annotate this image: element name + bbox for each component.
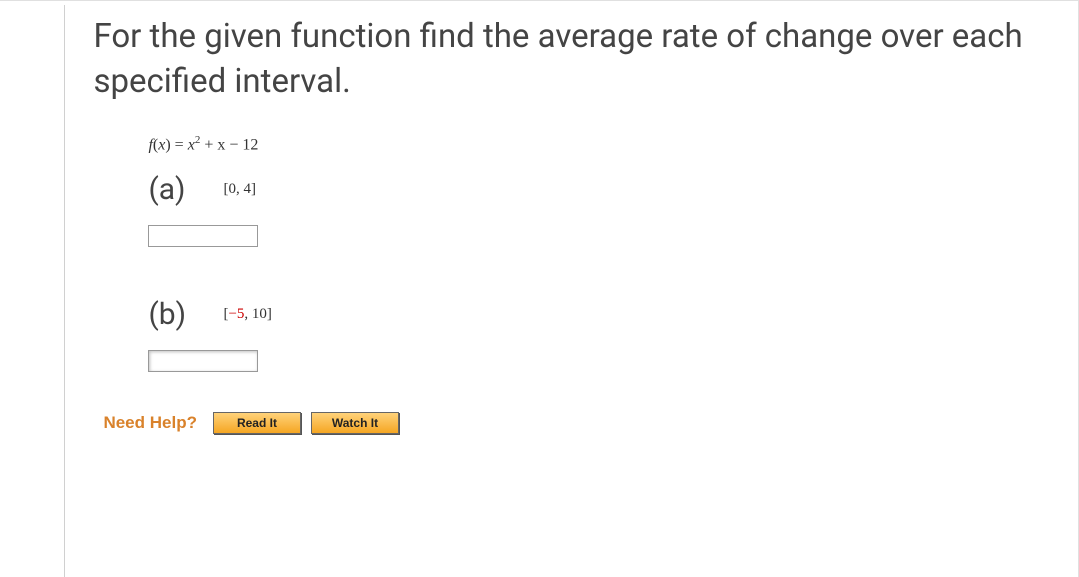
part-b-interval: [−5, 10] bbox=[223, 306, 271, 323]
part-b-input-row bbox=[148, 350, 1062, 372]
read-it-button[interactable]: Read It bbox=[213, 412, 301, 434]
interval-open: [0, bbox=[223, 181, 243, 197]
part-a-answer-input[interactable] bbox=[148, 225, 258, 247]
page-container: For the given function find the average … bbox=[0, 0, 1079, 577]
watch-it-button[interactable]: Watch It bbox=[311, 412, 399, 434]
part-a-input-row bbox=[148, 225, 1062, 247]
formula-x-body: x bbox=[188, 136, 195, 153]
formula-f: f bbox=[148, 136, 152, 153]
content-panel: For the given function find the average … bbox=[64, 5, 1062, 577]
part-a-label: (a) bbox=[148, 172, 223, 207]
interval-close: ] bbox=[251, 181, 256, 197]
help-row: Need Help? Read It Watch It bbox=[103, 412, 1062, 434]
formula-rest: + x − 12 bbox=[200, 136, 258, 153]
formula-equals: = bbox=[171, 136, 188, 153]
need-help-label: Need Help? bbox=[103, 413, 197, 433]
part-a-row: (a) [0, 4] bbox=[148, 172, 1062, 207]
interval-neg: −5 bbox=[228, 306, 244, 322]
part-b-label: (b) bbox=[148, 297, 223, 332]
function-formula: f(x) = x2 + x − 12 bbox=[148, 134, 1062, 154]
question-prompt: For the given function find the average … bbox=[93, 15, 1062, 104]
interval-mid: , 10 bbox=[244, 306, 267, 322]
left-margin bbox=[10, 5, 60, 577]
interval-close: ] bbox=[267, 306, 272, 322]
formula-x-arg: x bbox=[158, 136, 165, 153]
interval-mid: 4 bbox=[243, 181, 251, 197]
part-b-answer-input[interactable] bbox=[148, 350, 258, 372]
part-a-interval: [0, 4] bbox=[223, 181, 256, 198]
part-b-row: (b) [−5, 10] bbox=[148, 297, 1062, 332]
